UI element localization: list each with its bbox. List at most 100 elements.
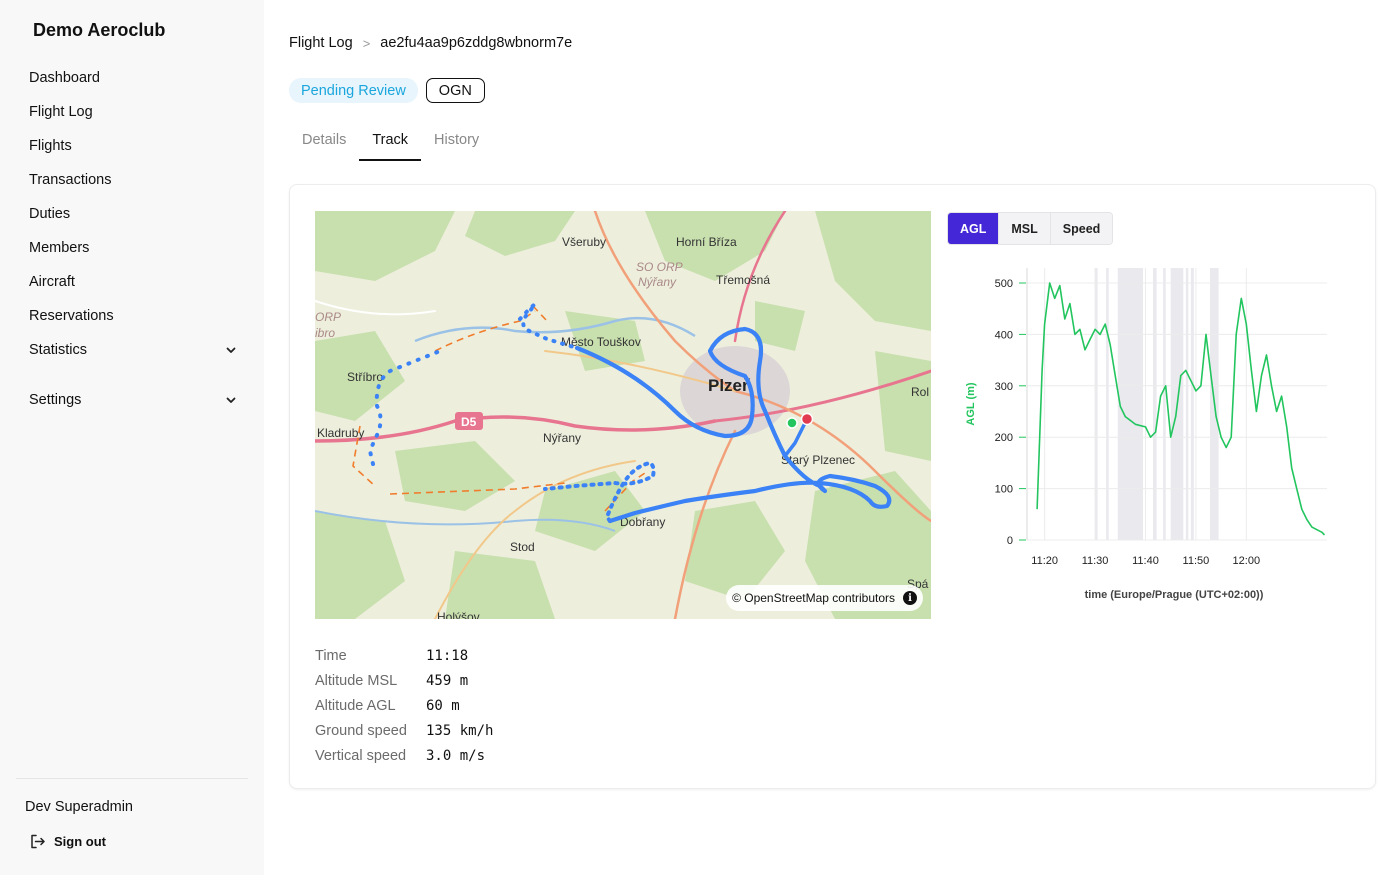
tab-track[interactable]: Track (359, 124, 422, 161)
stat-label: Ground speed (315, 722, 407, 739)
chart-gap-band (1106, 268, 1109, 540)
stat-row-altitude-msl: Altitude MSL 459 m (315, 668, 493, 693)
stat-label: Time (315, 647, 347, 664)
breadcrumb-current: ae2fu4aa9p6zddg8wbnorm7e (380, 35, 573, 51)
stat-row-ground-speed: Ground speed 135 km/h (315, 718, 493, 743)
tab-history[interactable]: History (421, 124, 492, 161)
sidebar-item-dashboard[interactable]: Dashboard (16, 61, 248, 95)
chart-gap-band (1185, 268, 1189, 540)
chart-xtick-label: 11:30 (1082, 555, 1109, 567)
chart-mode-toggle: AGL MSL Speed (947, 212, 1114, 245)
chart-ytick-label: 300 (995, 381, 1013, 393)
chart-gap-band (1117, 268, 1143, 540)
sidebar-item-label: Duties (29, 206, 71, 222)
tab-details[interactable]: Details (289, 124, 359, 161)
map-attribution: © OpenStreetMap contributors i (726, 585, 923, 611)
chart-ytick-label: 500 (995, 278, 1013, 290)
breadcrumb: Flight Log > ae2fu4aa9p6zddg8wbnorm7e (289, 35, 572, 51)
map-label-d5: D5 (461, 415, 477, 429)
chart-gap-band (1190, 268, 1194, 540)
sign-out-button[interactable]: Sign out (29, 833, 106, 850)
chart-ytick-label: 200 (995, 432, 1013, 444)
sidebar-item-label: Statistics (29, 342, 88, 358)
breadcrumb-parent-link[interactable]: Flight Log (289, 35, 353, 51)
sidebar-item-aircraft[interactable]: Aircraft (16, 265, 248, 299)
chart-mode-agl-button[interactable]: AGL (948, 213, 999, 244)
sidebar-item-label: Flight Log (29, 104, 93, 120)
sidebar-item-label: Reservations (29, 308, 114, 324)
chart-gap-band (1153, 268, 1157, 540)
stat-value: 459 m (426, 672, 469, 689)
stat-row-vertical-speed: Vertical speed 3.0 m/s (315, 743, 493, 768)
chart-ylabel: AGL (m) (965, 382, 977, 426)
chart-mode-speed-button[interactable]: Speed (1049, 213, 1113, 244)
sidebar-item-reservations[interactable]: Reservations (16, 299, 248, 333)
sidebar-item-label: Flights (29, 138, 72, 154)
stat-value: 3.0 m/s (426, 747, 486, 764)
info-icon[interactable]: i (903, 591, 917, 605)
sidebar-item-members[interactable]: Members (16, 231, 248, 265)
map-label-nyrany-orp: Nýřany (638, 275, 677, 289)
stat-value: 11:18 (426, 647, 469, 664)
status-badges: Pending Review OGN (289, 78, 485, 103)
chart-xtick-label: 11:50 (1183, 555, 1210, 567)
brand-title: Demo Aeroclub (33, 20, 166, 40)
stat-row-altitude-agl: Altitude AGL 60 m (315, 693, 493, 718)
chart-ytick-label: 100 (995, 484, 1013, 496)
track-stats: Time 11:18 Altitude MSL 459 m Altitude AGL… (315, 643, 493, 768)
sidebar-item-duties[interactable]: Duties (16, 197, 248, 231)
track-map[interactable]: Všeruby Horní Bříza SO ORP Nýřany Třemoš… (315, 211, 931, 619)
breadcrumb-separator: > (362, 35, 371, 51)
sidebar-item-label: Members (29, 240, 90, 256)
map-label-stod: Stod (510, 540, 535, 554)
stat-label: Altitude AGL (315, 697, 396, 714)
chart-ytick-label: 400 (995, 329, 1013, 341)
map-attribution-text[interactable]: © OpenStreetMap contributors (732, 591, 895, 605)
stat-label: Vertical speed (315, 747, 407, 764)
map-label-stribro: Stříbro (347, 370, 383, 384)
sidebar-nav: Dashboard Flight Log Flights Transaction… (16, 61, 248, 417)
map-label-rol: Rol (911, 385, 929, 399)
altitude-chart[interactable]: 0 100 200 300 400 500 11:20 11:30 11:40 11:50 12:0… (947, 255, 1347, 605)
map-label-so-orp: SO ORP (636, 260, 683, 274)
map-label-ibro: ibro (315, 326, 335, 340)
chevron-down-icon (226, 397, 236, 403)
sidebar: Demo Aeroclub Dashboard Flight Log Fligh… (0, 0, 264, 875)
sidebar-item-label: Transactions (29, 172, 112, 188)
status-badge: Pending Review (289, 78, 418, 103)
track-end-marker (800, 412, 814, 426)
stat-row-time: Time 11:18 (315, 643, 493, 668)
map-label-nyrany: Nýřany (543, 431, 581, 445)
map-label-holysov: Holýšov (437, 610, 480, 619)
source-badge: OGN (425, 78, 485, 103)
map-label-tremosna: Třemošná (716, 273, 770, 287)
sidebar-item-statistics[interactable]: Statistics (16, 333, 248, 367)
sidebar-footer: Dev Superadmin Sign out (16, 778, 248, 849)
sidebar-item-settings[interactable]: Settings (16, 383, 248, 417)
stat-value: 135 km/h (426, 722, 494, 739)
chart-xtick-label: 11:40 (1132, 555, 1159, 567)
chart-ytick-label: 0 (1007, 535, 1013, 547)
sidebar-item-label: Dashboard (29, 70, 100, 86)
sidebar-item-transactions[interactable]: Transactions (16, 163, 248, 197)
chart-xtick-label: 11:20 (1031, 555, 1058, 567)
chart-mode-msl-button[interactable]: MSL (998, 213, 1050, 244)
sidebar-item-flight-log[interactable]: Flight Log (16, 95, 248, 129)
sign-out-icon (31, 834, 45, 849)
sidebar-item-flights[interactable]: Flights (16, 129, 248, 163)
chevron-down-icon (226, 347, 236, 353)
tab-bar: Details Track History (289, 124, 492, 161)
sidebar-item-label: Aircraft (29, 274, 75, 290)
map-canvas: Všeruby Horní Bříza SO ORP Nýřany Třemoš… (315, 211, 931, 619)
sign-out-label: Sign out (54, 834, 106, 849)
stat-value: 60 m (426, 697, 460, 714)
map-label-vseruby: Všeruby (562, 235, 606, 249)
user-name: Dev Superadmin (25, 799, 133, 815)
map-label-horni-briza: Horní Bříza (676, 235, 737, 249)
stat-label: Altitude MSL (315, 672, 398, 689)
sidebar-item-label: Settings (29, 392, 82, 408)
chart-xlabel: time (Europe/Prague (UTC+02:00)) (1085, 589, 1264, 601)
map-label-orp: ORP (315, 310, 341, 324)
chart-gap-band (1163, 268, 1166, 540)
chart-xtick-label: 12:00 (1233, 555, 1261, 567)
